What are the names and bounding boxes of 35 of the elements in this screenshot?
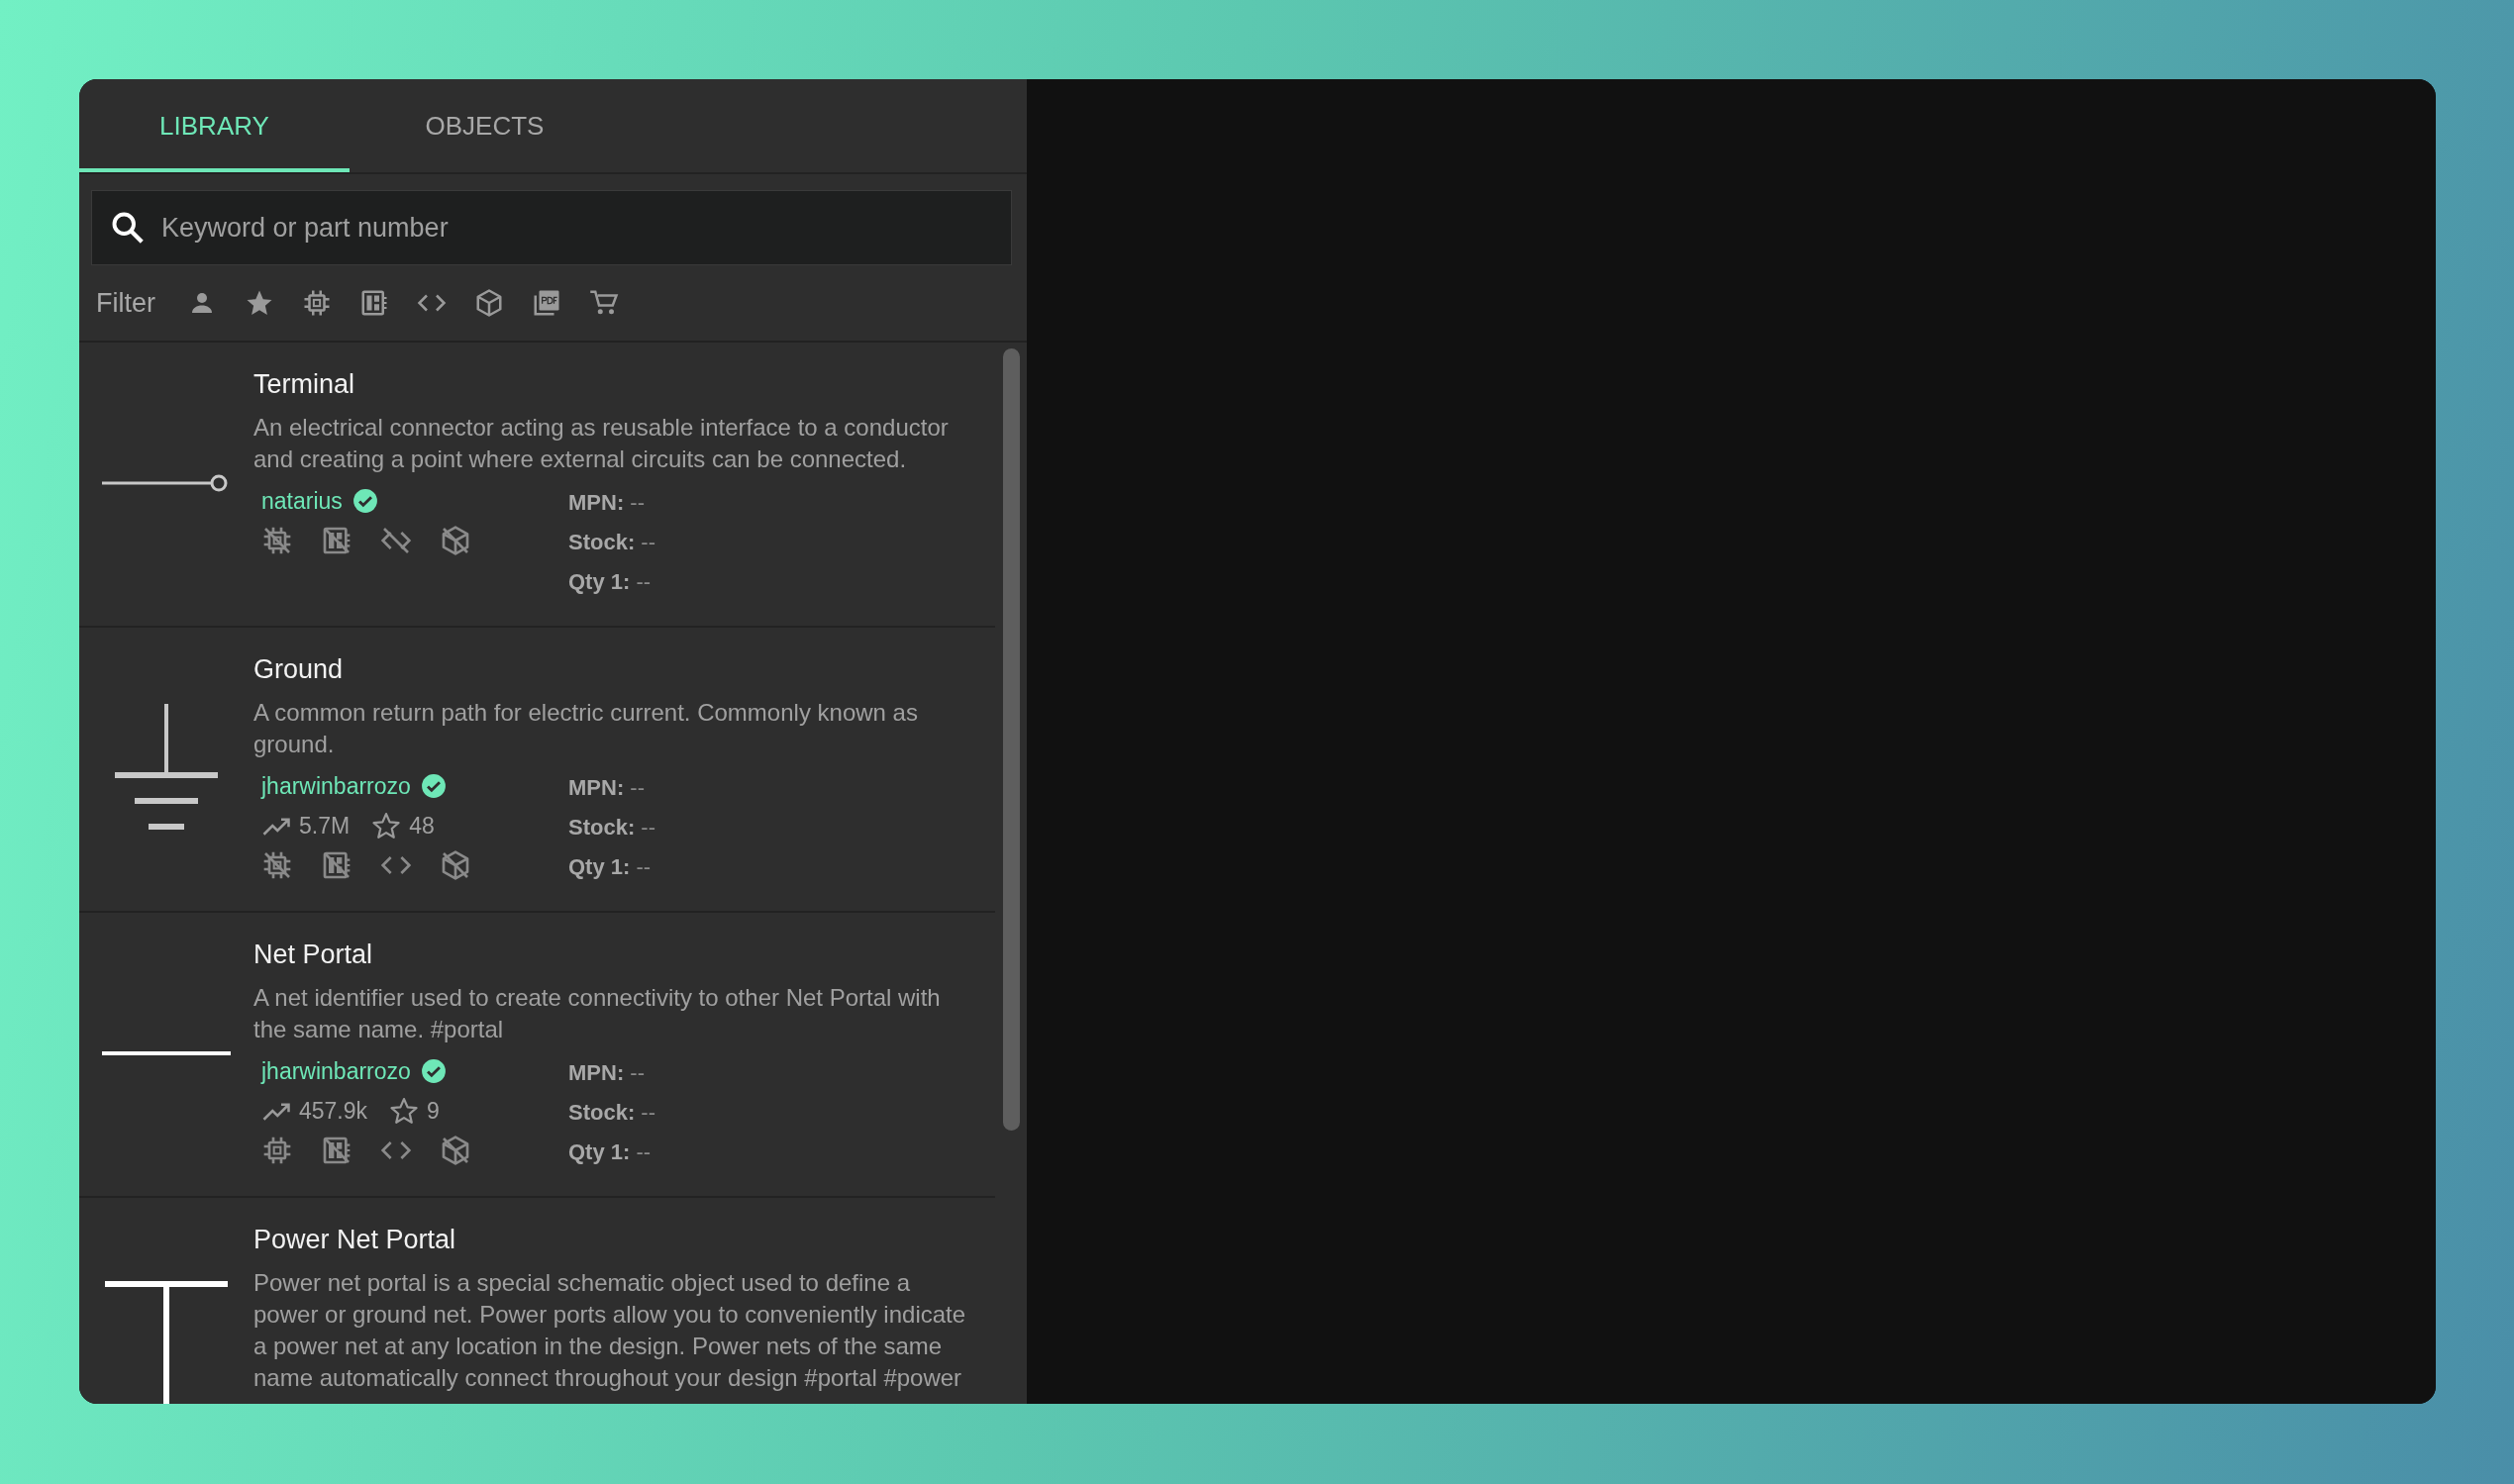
star-icon	[389, 1096, 420, 1126]
author-link[interactable]: jharwinbarrozo	[261, 772, 411, 800]
mpn-field: MPN: --	[568, 768, 655, 808]
item-title[interactable]: Terminal	[253, 364, 973, 404]
usage-count: 5.7M	[299, 812, 351, 840]
item-title[interactable]: Ground	[253, 649, 973, 689]
star-count: 48	[409, 812, 435, 840]
star-count: 9	[427, 1097, 440, 1125]
star-icon	[371, 811, 402, 841]
quantity-field: Qty 1: --	[568, 1133, 655, 1172]
item-description: A common return path for electric current. Commonly known as ground.	[253, 698, 919, 759]
mpn-field: MPN: --	[568, 483, 655, 523]
author-link[interactable]: jharwinbarrozo	[261, 1057, 411, 1085]
mpn-field: MPN: --	[568, 1053, 655, 1093]
item-description: Power net portal is a special schematic object used to define a power or ground net. Power ports allow you to conveniently indicate a power net at any location in the design. Power nets of the same name automatically connect throughout your design #portal #power	[253, 1268, 967, 1393]
chip-icon[interactable]	[302, 288, 332, 318]
grid-icon[interactable]	[359, 288, 389, 318]
quantity-field: Qty 1: --	[568, 847, 655, 887]
stock-field: Stock: --	[568, 523, 655, 562]
quantity-field: Qty 1: --	[568, 562, 655, 602]
stock-field: Stock: --	[568, 1093, 655, 1133]
item-title[interactable]: Power Net Portal	[253, 1220, 973, 1259]
usage-count: 457.9k	[299, 1097, 368, 1125]
item-description: An electrical connector acting as reusable interface to a conductor and creating a point where external circuits can be connected.	[253, 413, 950, 474]
tab[interactable]: OBJECTS	[350, 79, 620, 172]
search-icon	[110, 210, 146, 246]
pdf-icon[interactable]	[532, 288, 561, 318]
tab[interactable]: LIBRARY	[79, 79, 350, 172]
author-link[interactable]: natarius	[261, 487, 343, 515]
item-title[interactable]: Net Portal	[253, 935, 973, 974]
stock-field: Stock: --	[568, 808, 655, 847]
scrollbar-thumb[interactable]	[1003, 348, 1020, 1131]
filter-label: Filter	[96, 287, 155, 319]
item-description: A net identifier used to create connectivity to other Net Portal with the same name. #portal	[253, 983, 942, 1044]
cube-icon[interactable]	[474, 288, 504, 318]
